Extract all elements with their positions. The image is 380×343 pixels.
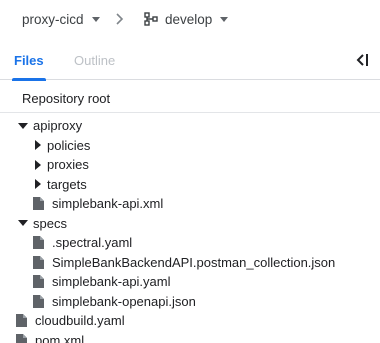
file-icon [16, 333, 27, 343]
chevron-down-icon [91, 16, 100, 22]
tree-file-simplebank-api-xml[interactable]: simplebank-api.xml [0, 194, 380, 214]
tree-item-label: SimpleBankBackendAPI.postman_collection.… [52, 254, 336, 270]
repo-selector[interactable]: proxy-cicd [22, 5, 100, 33]
tree-item-label: simplebank-openapi.json [52, 293, 196, 309]
repository-root-row[interactable]: Repository root [0, 86, 380, 113]
tree-item-label: policies [47, 137, 91, 153]
tree-item-label: specs [33, 215, 67, 231]
file-icon [33, 255, 44, 269]
tree-file-cloudbuild-yaml[interactable]: cloudbuild.yaml [0, 311, 380, 331]
file-icon [33, 275, 44, 289]
tab-files[interactable]: Files [12, 44, 46, 81]
branch-name: develop [165, 11, 213, 27]
tree-item-label: .spectral.yaml [52, 235, 133, 251]
tree-item-label: cloudbuild.yaml [35, 313, 125, 329]
tree-file-pom-xml[interactable]: pom.xml [0, 331, 380, 343]
chevron-down-icon [220, 16, 229, 22]
repository-root-label: Repository root [22, 91, 111, 106]
panel-tabs: Files Outline [0, 44, 380, 81]
tree-item-label: targets [47, 176, 87, 192]
branch-icon [144, 12, 158, 26]
tree-item-label: proxies [47, 157, 89, 173]
tree-folder-policies[interactable]: policies [0, 136, 380, 156]
tree-folder-proxies[interactable]: proxies [0, 155, 380, 175]
tree-item-label: simplebank-api.xml [52, 196, 164, 212]
tree-folder-apiproxy[interactable]: apiproxy [0, 116, 380, 136]
tree-item-label: simplebank-api.yaml [52, 274, 171, 290]
repo-name: proxy-cicd [22, 11, 84, 27]
file-icon [33, 236, 44, 250]
file-icon [33, 294, 44, 308]
top-bar: proxy-cicd develop [0, 0, 380, 38]
caret-right-icon [35, 179, 41, 190]
file-icon [16, 314, 27, 328]
caret-right-icon [35, 140, 41, 151]
tree-item-label: pom.xml [35, 332, 85, 343]
collapse-panel-icon[interactable] [354, 52, 370, 68]
tree-folder-targets[interactable]: targets [0, 175, 380, 195]
tree-item-label: apiproxy [33, 118, 83, 134]
tree-file-spectral-yaml[interactable]: .spectral.yaml [0, 233, 380, 253]
caret-down-icon [18, 122, 28, 129]
tree-file-simplebank-api-yaml[interactable]: simplebank-api.yaml [0, 272, 380, 292]
chevron-right-icon [116, 13, 124, 25]
tree-folder-specs[interactable]: specs [0, 214, 380, 234]
tab-outline[interactable]: Outline [74, 44, 115, 80]
caret-down-icon [18, 220, 28, 227]
caret-right-icon [35, 159, 41, 170]
branch-selector[interactable]: develop [143, 5, 229, 33]
tree-file-simplebank-openapi-json[interactable]: simplebank-openapi.json [0, 292, 380, 312]
file-icon [33, 197, 44, 211]
tree-file-postman-collection[interactable]: SimpleBankBackendAPI.postman_collection.… [0, 253, 380, 273]
